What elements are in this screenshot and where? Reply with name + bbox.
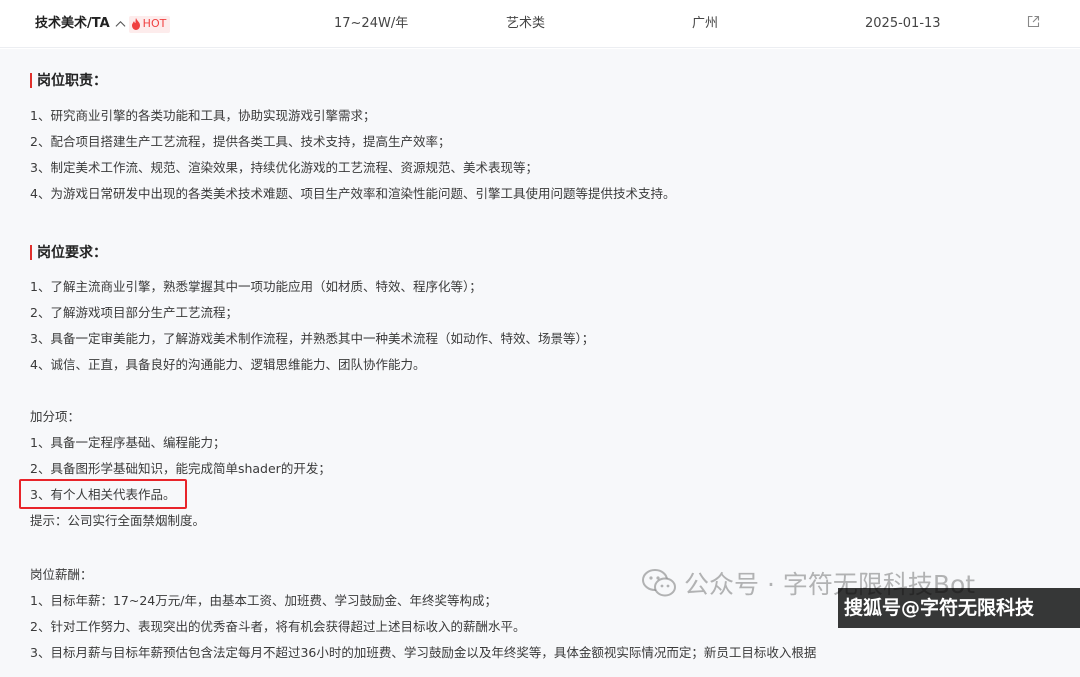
wechat-icon: [642, 569, 676, 597]
compensation-item: 1、目标年薪：17~24万元/年，由基本工资、加班费、学习鼓励金、年终奖等构成；: [30, 593, 497, 608]
duty-item: 3、制定美术工作流、规范、渲染效果，持续优化游戏的工艺流程、资源规范、美术表现等…: [30, 160, 538, 175]
post-date: 2025-01-13: [865, 16, 941, 31]
bonus-heading: 加分项：: [30, 409, 81, 424]
duties-heading: 岗位职责：: [30, 70, 107, 90]
job-title-cell[interactable]: 技术美术/TA HOT: [35, 15, 171, 33]
requirement-item: 2、了解游戏项目部分生产工艺流程；: [30, 305, 238, 320]
heading-accent-bar: [30, 244, 32, 260]
compensation-item: 2、针对工作努力、表现突出的优秀奋斗者，将有机会获得超过上述目标收入的薪酬水平。: [30, 619, 526, 634]
duty-item: 4、为游戏日常研发中出现的各类美术技术难题、项目生产效率和渲染性能问题、引擎工具…: [30, 186, 676, 201]
duty-item: 2、配合项目搭建生产工艺流程，提供各类工具、技术支持，提高生产效率；: [30, 134, 451, 149]
requirements-heading-text: 岗位要求：: [37, 245, 107, 261]
bonus-item: 1、具备一定程序基础、编程能力；: [30, 435, 226, 450]
requirement-item: 4、诚信、正直，具备良好的沟通能力、逻辑思维能力、团队协作能力。: [30, 357, 426, 372]
hot-label: HOT: [142, 17, 167, 30]
job-title[interactable]: 技术美术/TA: [35, 15, 110, 33]
smoking-note: 提示：公司实行全面禁烟制度。: [30, 513, 206, 528]
chevron-up-icon[interactable]: [115, 19, 126, 30]
highlight-box: [19, 479, 187, 509]
external-link-icon[interactable]: [1027, 15, 1040, 28]
compensation-item: 3、目标月薪与目标年薪预估包含法定每月不超过36小时的加班费、学习鼓励金以及年终…: [30, 645, 817, 660]
compensation-heading: 岗位薪酬：: [30, 567, 93, 582]
duties-heading-text: 岗位职责：: [37, 73, 107, 89]
sohu-watermark: 搜狐号@字符无限科技: [838, 588, 1080, 628]
job-row[interactable]: 技术美术/TA HOT 17~24W/年 艺术类 广州 2025-01-13: [0, 0, 1080, 48]
category: 艺术类: [506, 16, 546, 31]
requirement-item: 1、了解主流商业引擎，熟悉掌握其中一项功能应用（如材质、特效、程序化等）；: [30, 279, 482, 294]
requirements-heading: 岗位要求：: [30, 242, 107, 262]
heading-accent-bar: [30, 72, 32, 88]
flame-icon: [131, 18, 140, 30]
duty-item: 1、研究商业引擎的各类功能和工具，协助实现游戏引擎需求；: [30, 108, 376, 123]
bonus-item: 2、具备图形学基础知识，能完成简单shader的开发；: [30, 461, 331, 476]
hot-badge: HOT: [128, 15, 171, 33]
requirement-item: 3、具备一定审美能力，了解游戏美术制作流程，并熟悉其中一种美术流程（如动作、特效…: [30, 331, 595, 346]
salary: 17~24W/年: [334, 16, 409, 31]
city: 广州: [692, 16, 719, 31]
